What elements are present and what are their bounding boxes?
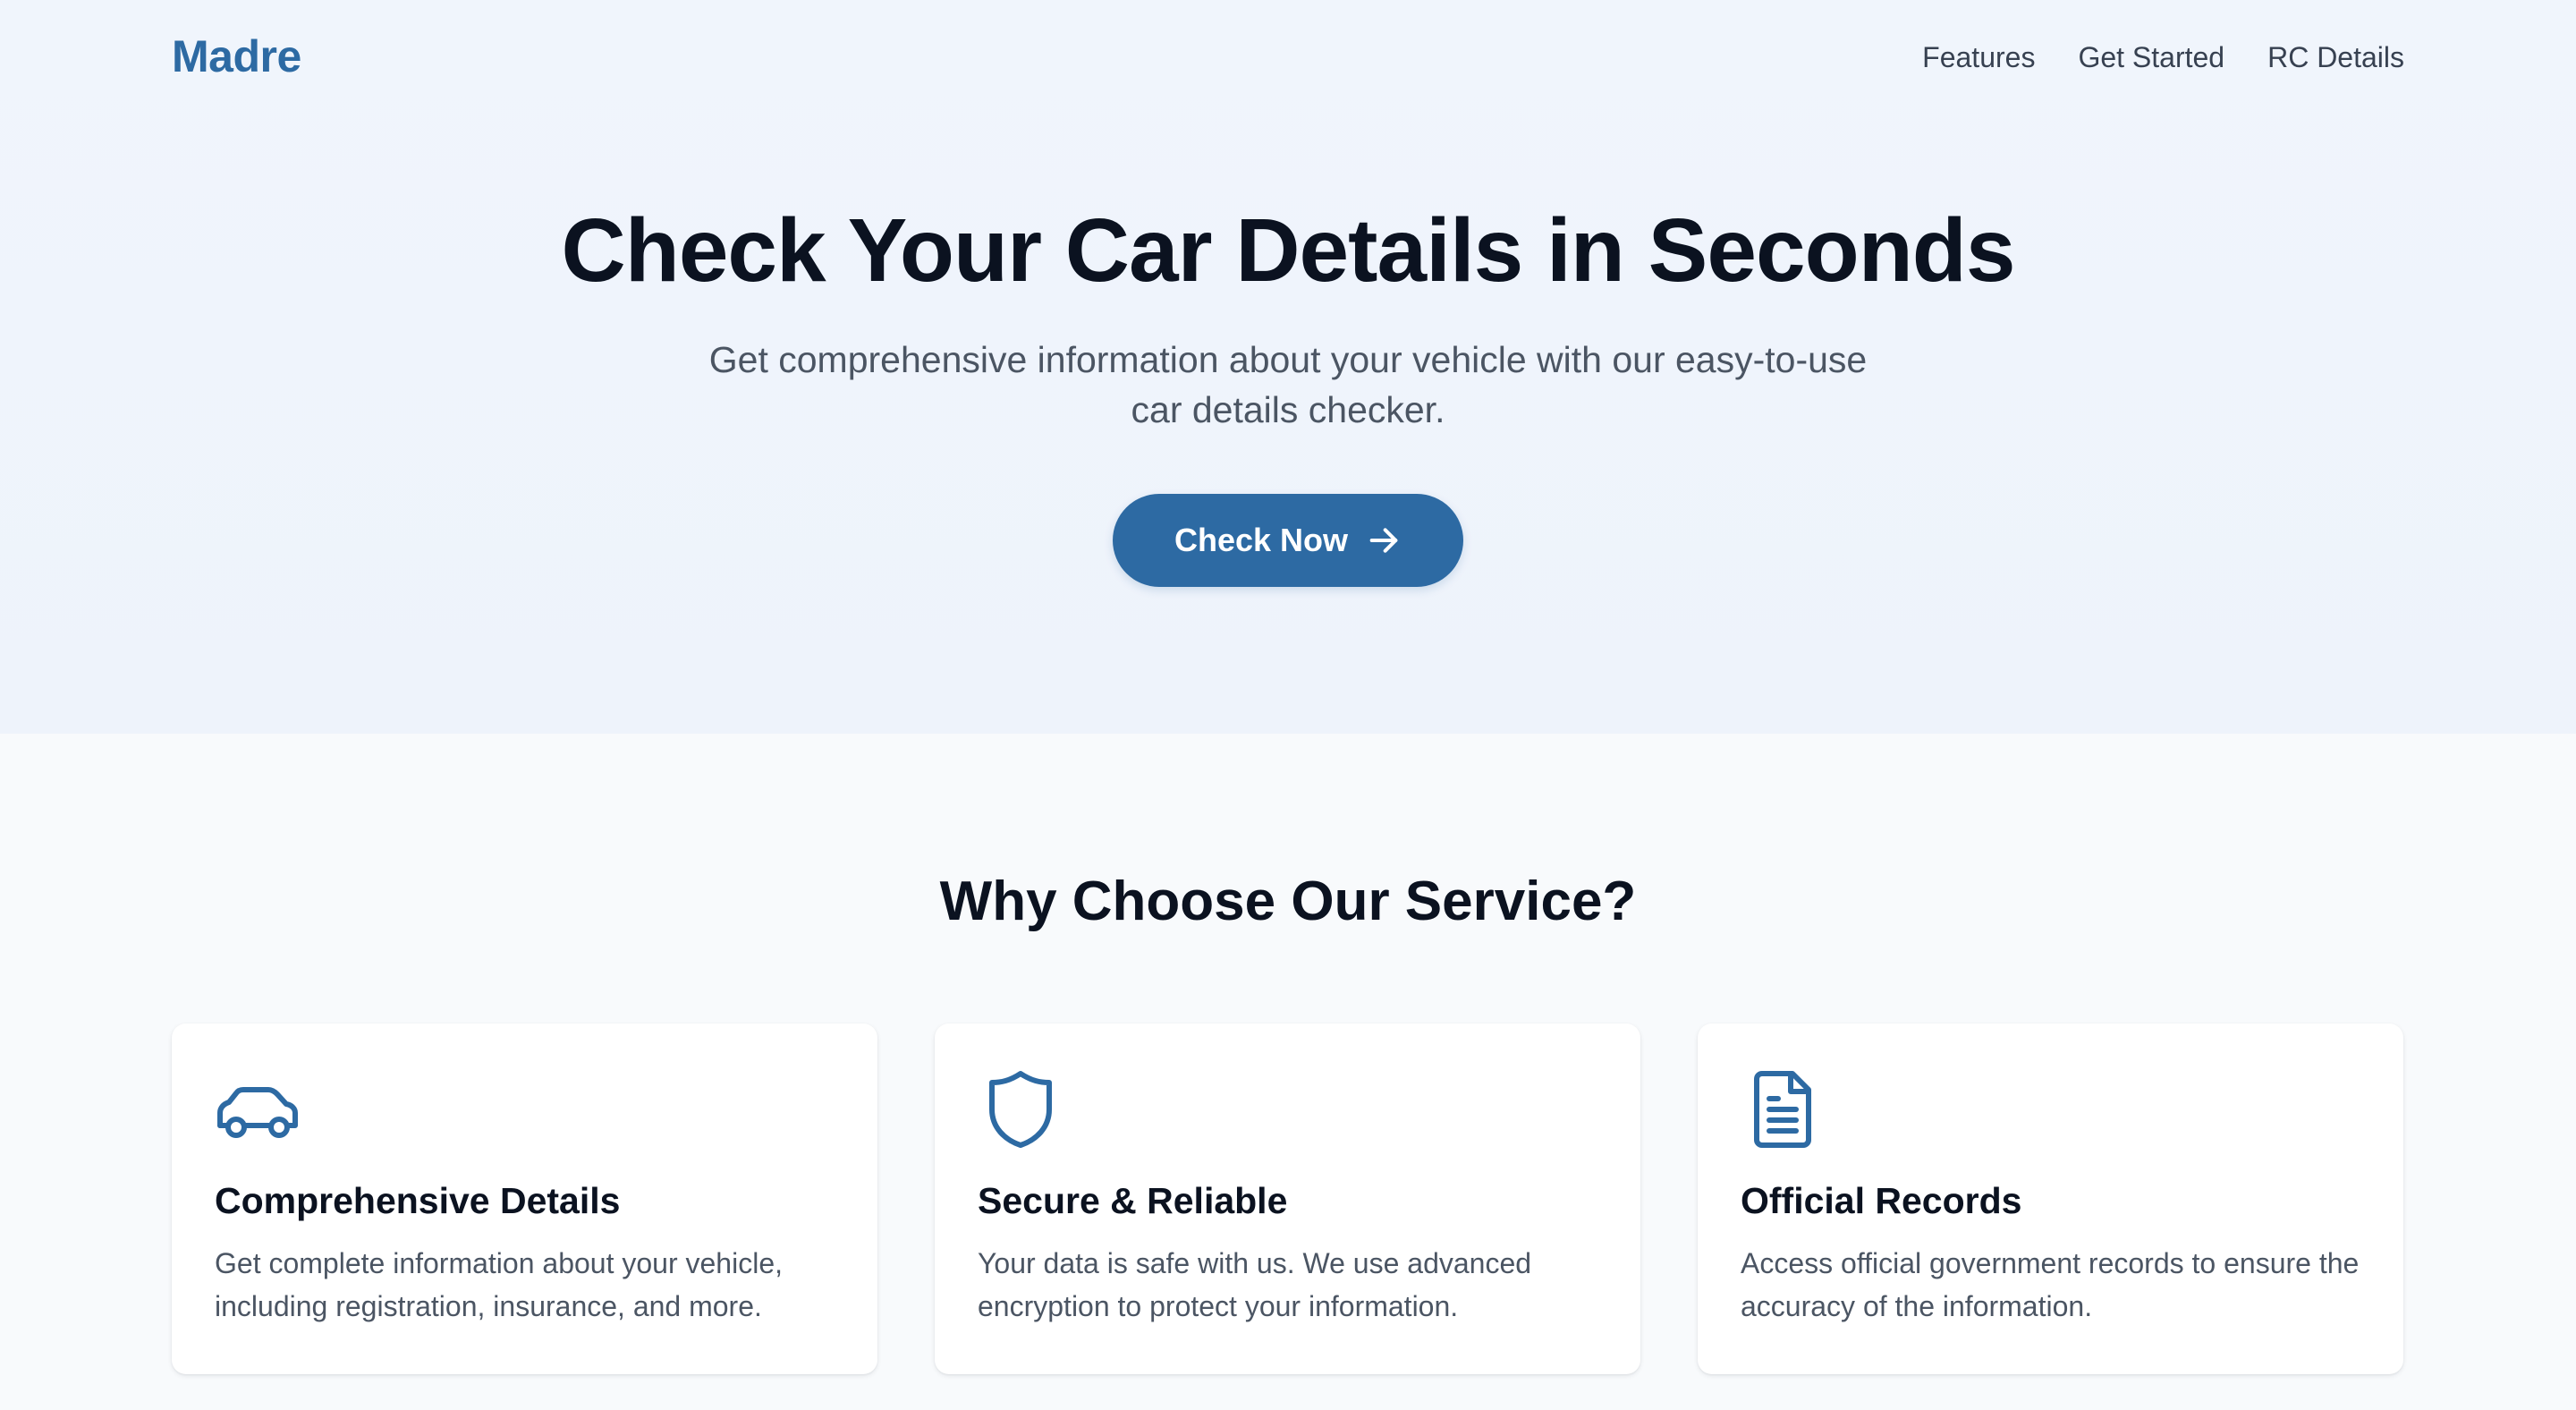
feature-card-secure: Secure & Reliable Your data is safe with… — [935, 1024, 1640, 1374]
card-text: Get complete information about your vehi… — [215, 1247, 783, 1322]
hero-subtitle: Get comprehensive information about your… — [708, 339, 1868, 430]
card-text: Access official government records to en… — [1741, 1247, 2360, 1322]
nav-links: Features Get Started RC Details — [1922, 36, 2404, 79]
brand-logo[interactable]: Madre — [172, 29, 301, 84]
nav-link-get-started[interactable]: Get Started — [2078, 36, 2224, 79]
features-title: Why Choose Our Service? — [939, 871, 1637, 932]
card-title: Comprehensive Details — [215, 1180, 621, 1221]
shield-icon — [978, 1066, 1063, 1152]
check-now-button[interactable]: Check Now — [1113, 494, 1463, 587]
card-title: Secure & Reliable — [978, 1180, 1288, 1221]
hero-title: Check Your Car Details in Seconds — [561, 200, 2016, 301]
arrow-right-icon — [1366, 522, 1402, 558]
card-text: Your data is safe with us. We use advanc… — [978, 1247, 1532, 1322]
feature-cards: Comprehensive Details Get complete infor… — [172, 1024, 2404, 1374]
top-navigation: Madre Features Get Started RC Details — [0, 0, 2576, 115]
feature-card-comprehensive: Comprehensive Details Get complete infor… — [172, 1024, 877, 1374]
check-now-label: Check Now — [1174, 522, 1349, 558]
nav-link-rc-details[interactable]: RC Details — [2267, 36, 2404, 79]
card-title: Official Records — [1741, 1180, 2022, 1221]
document-icon — [1741, 1066, 1826, 1152]
nav-link-features[interactable]: Features — [1922, 36, 2035, 79]
car-icon — [215, 1066, 301, 1152]
feature-card-official: Official Records Access official governm… — [1698, 1024, 2403, 1374]
